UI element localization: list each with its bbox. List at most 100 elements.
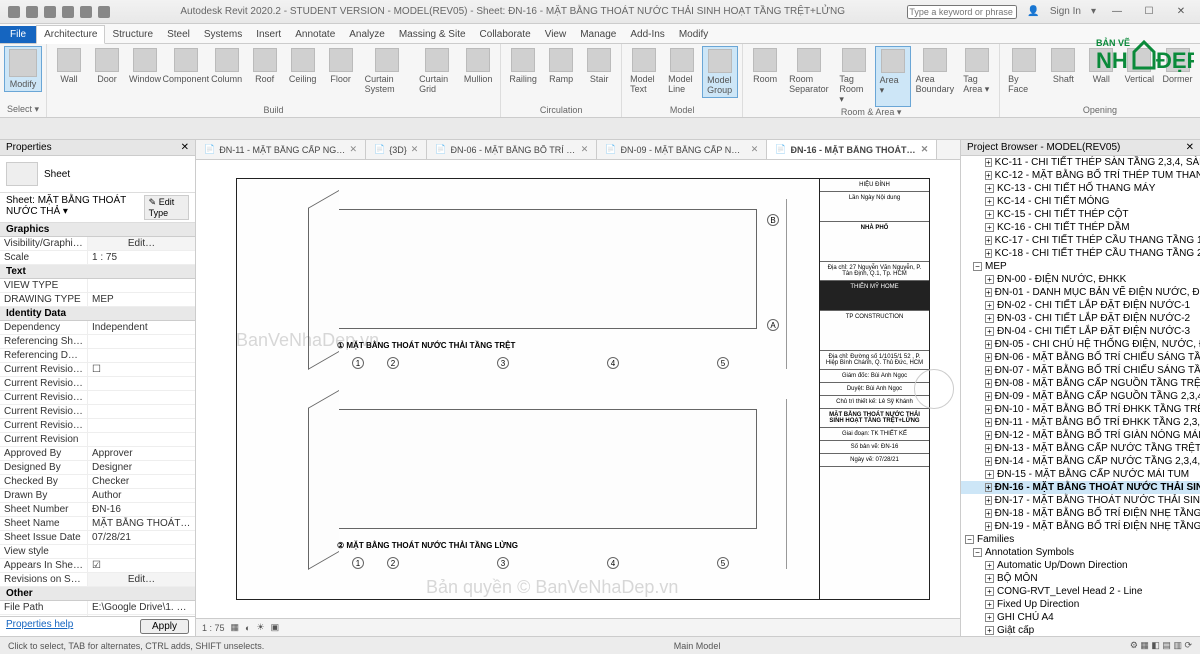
browser-node[interactable]: +KC-16 - CHI TIẾT THÉP DẦM	[961, 221, 1200, 234]
view-tab[interactable]: 📄ĐN-09 - MẶT BẰNG CẤP NGUỒN…✕	[597, 140, 767, 159]
expand-icon[interactable]: +	[985, 379, 992, 388]
maximize-button[interactable]: ☐	[1138, 5, 1160, 19]
browser-node[interactable]: +Giật cấp	[961, 624, 1200, 636]
prop-row[interactable]: Designed ByDesigner	[0, 461, 195, 475]
browser-node[interactable]: +Automatic Up/Down Direction	[961, 559, 1200, 572]
wall-button[interactable]: Wall	[51, 46, 87, 96]
expand-icon[interactable]: +	[985, 522, 992, 531]
save-icon[interactable]	[44, 6, 56, 18]
search-input[interactable]	[907, 5, 1017, 19]
browser-node[interactable]: +ĐN-05 - CHI CHÚ HỆ THỐNG ĐIỆN, NƯỚC, ĐH…	[961, 338, 1200, 351]
browser-node[interactable]: +KC-14 - CHI TIẾT MÓNG	[961, 195, 1200, 208]
drawing-canvas[interactable]: ① MẶT BẰNG THOÁT NƯỚC THẢI TẦNG TRỆT 1 2…	[196, 160, 960, 618]
prop-row[interactable]: Sheet NumberĐN-16	[0, 503, 195, 517]
prop-row[interactable]: Current Revision	[0, 433, 195, 447]
prop-row[interactable]: Visibility/Graphics Over…Edit…	[0, 237, 195, 251]
browser-node[interactable]: +ĐN-06 - MẶT BẰNG BỐ TRÍ CHIẾU SÁNG TẦNG…	[961, 351, 1200, 364]
expand-icon[interactable]: +	[985, 613, 994, 622]
close-tab-icon[interactable]: ✕	[411, 144, 419, 155]
minimize-button[interactable]: —	[1106, 5, 1128, 19]
expand-icon[interactable]: +	[985, 275, 994, 284]
browser-node[interactable]: +KC-18 - CHI TIẾT THÉP CẦU THANG TẦNG 2,…	[961, 247, 1200, 260]
room-button[interactable]: Room	[747, 46, 783, 107]
expand-icon[interactable]: +	[985, 587, 994, 596]
view-tab[interactable]: 📄ĐN-16 - MẶT BẰNG THOÁT NƯ…✕	[767, 140, 937, 159]
browser-node[interactable]: +ĐN-12 - MẶT BẰNG BỐ TRÍ GIÀN NÓNG MÁI T…	[961, 429, 1200, 442]
browser-node[interactable]: +KC-17 - CHI TIẾT THÉP CẦU THANG TẦNG 1,…	[961, 234, 1200, 247]
prop-row[interactable]: Current Revision Issued …	[0, 391, 195, 405]
tagroom-button[interactable]: Tag Room ▾	[835, 46, 872, 107]
expand-icon[interactable]: +	[985, 210, 994, 219]
browser-node[interactable]: +ĐN-14 - MẶT BẰNG CẤP NƯỚC TẦNG 2,3,4,SÀ…	[961, 455, 1200, 468]
expand-icon[interactable]: +	[985, 431, 992, 440]
expand-icon[interactable]: +	[985, 561, 994, 570]
prop-row[interactable]: VIEW TYPE	[0, 279, 195, 293]
browser-node[interactable]: +ĐN-13 - MẶT BẰNG CẤP NƯỚC TẦNG TRỆT, LỬ…	[961, 442, 1200, 455]
browser-node[interactable]: +GHI CHÚ A4	[961, 611, 1200, 624]
prop-row[interactable]: Current Revision Date	[0, 405, 195, 419]
door-button[interactable]: Door	[89, 46, 125, 96]
ribbon-tab-architecture[interactable]: Architecture	[36, 25, 105, 44]
dormer-button[interactable]: Dormer	[1159, 46, 1195, 96]
browser-node[interactable]: +ĐN-19 - MẶT BẰNG BỐ TRÍ ĐIỆN NHẸ TẦNG 2…	[961, 520, 1200, 533]
browser-node[interactable]: +ĐN-01 - DANH MỤC BẢN VẼ ĐIỆN NƯỚC, ĐHKK	[961, 286, 1200, 299]
browser-node[interactable]: +ĐN-07 - MẶT BẰNG BỐ TRÍ CHIẾU SÁNG TẦNG…	[961, 364, 1200, 377]
roomseparator-button[interactable]: Room Separator	[785, 46, 833, 107]
prop-row[interactable]: DRAWING TYPEMEP	[0, 293, 195, 307]
prop-row[interactable]: Sheet NameMẶT BẰNG THOÁT NƯ…	[0, 517, 195, 531]
browser-node[interactable]: +Fixed Up Direction	[961, 598, 1200, 611]
browser-node[interactable]: +ĐN-04 - CHI TIẾT LẮP ĐẶT ĐIỆN NƯỚC-3	[961, 325, 1200, 338]
view-tab[interactable]: 📄{3D}✕	[366, 140, 427, 159]
browser-node[interactable]: +KC-11 - CHI TIẾT THÉP SÀN TẦNG 2,3,4, S…	[961, 156, 1200, 169]
mullion-button[interactable]: Mullion	[460, 46, 496, 96]
ceiling-button[interactable]: Ceiling	[285, 46, 321, 96]
component-button[interactable]: Component	[165, 46, 207, 96]
browser-node[interactable]: +ĐN-11 - MẶT BẰNG BỐ TRÍ ĐHKK TẦNG 2,3,4	[961, 416, 1200, 429]
prop-row[interactable]: DependencyIndependent	[0, 321, 195, 335]
roof-button[interactable]: Roof	[247, 46, 283, 96]
close-tab-icon[interactable]: ✕	[349, 144, 357, 155]
expand-icon[interactable]: +	[985, 457, 992, 466]
expand-icon[interactable]: +	[985, 496, 992, 505]
expand-icon[interactable]: −	[965, 535, 974, 544]
prop-row[interactable]: Current Revision Issued☐	[0, 363, 195, 377]
user-icon[interactable]: 👤	[1027, 6, 1039, 17]
curtainsystem-button[interactable]: Curtain System	[361, 46, 413, 96]
column-button[interactable]: Column	[209, 46, 245, 96]
expand-icon[interactable]: +	[985, 249, 992, 258]
railing-button[interactable]: Railing	[505, 46, 541, 86]
close-panel-icon[interactable]: ✕	[181, 142, 189, 153]
expand-icon[interactable]: +	[985, 626, 994, 635]
expand-icon[interactable]: −	[973, 262, 982, 271]
expand-icon[interactable]: +	[985, 184, 994, 193]
browser-node[interactable]: −MEP	[961, 260, 1200, 273]
ribbon-tab-analyze[interactable]: Analyze	[342, 26, 392, 43]
browser-node[interactable]: +CONG-RVT_Level Head 2 - Line	[961, 585, 1200, 598]
modify-button[interactable]: Modify	[4, 46, 42, 92]
expand-icon[interactable]: +	[985, 223, 994, 232]
prop-row[interactable]: Drawn ByAuthor	[0, 489, 195, 503]
status-model[interactable]: Main Model	[674, 641, 721, 651]
close-button[interactable]: ✕	[1170, 5, 1192, 19]
close-tab-icon[interactable]: ✕	[581, 144, 589, 155]
visual-style-icon[interactable]: ◐	[245, 623, 250, 633]
browser-node[interactable]: +KC-13 - CHI TIẾT HỐ THANG MÁY	[961, 182, 1200, 195]
view-tab[interactable]: 📄ĐN-06 - MẶT BẰNG BỐ TRÍ CHIẾU…✕	[427, 140, 597, 159]
prop-row[interactable]: Appears In Sheet List☑	[0, 559, 195, 573]
ramp-button[interactable]: Ramp	[543, 46, 579, 86]
scale-label[interactable]: 1 : 75	[202, 623, 225, 633]
area-button[interactable]: Area ▾	[875, 46, 911, 107]
undo-icon[interactable]	[62, 6, 74, 18]
wall-button[interactable]: Wall	[1083, 46, 1119, 96]
ribbon-tab-file[interactable]: File	[0, 26, 36, 43]
browser-node[interactable]: +ĐN-03 - CHI TIẾT LẮP ĐẶT ĐIỆN NƯỚC-2	[961, 312, 1200, 325]
expand-icon[interactable]: +	[985, 574, 994, 583]
browser-node[interactable]: +KC-15 - CHI TIẾT THÉP CỘT	[961, 208, 1200, 221]
apply-button[interactable]: Apply	[140, 619, 189, 634]
ribbon-tab-collaborate[interactable]: Collaborate	[473, 26, 538, 43]
crop-icon[interactable]: ▣	[271, 622, 280, 633]
expand-icon[interactable]: +	[985, 327, 994, 336]
curtaingrid-button[interactable]: Curtain Grid	[415, 46, 458, 96]
expand-icon[interactable]: +	[985, 197, 994, 206]
window-button[interactable]: Window	[127, 46, 163, 96]
